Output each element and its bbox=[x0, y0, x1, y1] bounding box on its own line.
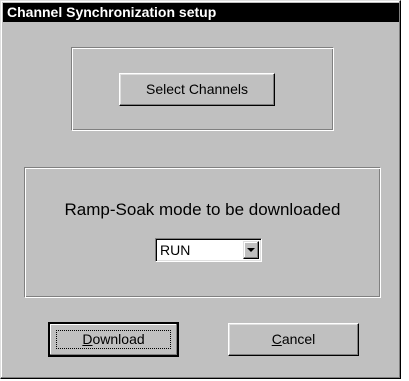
ramp-soak-heading: Ramp-Soak mode to be downloaded bbox=[64, 200, 341, 219]
download-mnemonic: D bbox=[82, 331, 93, 347]
dialog-window: Channel Synchronization setup Select Cha… bbox=[0, 0, 401, 379]
title-bar[interactable]: Channel Synchronization setup bbox=[3, 3, 399, 22]
download-button[interactable]: Download bbox=[48, 322, 179, 357]
download-label-rest: ownload bbox=[92, 331, 145, 347]
chevron-down-icon bbox=[247, 248, 255, 252]
cancel-label-rest: ancel bbox=[281, 331, 316, 347]
select-channels-button[interactable]: Select Channels bbox=[119, 73, 275, 106]
dropdown-arrow-button[interactable] bbox=[243, 241, 259, 259]
download-button-label: Download bbox=[56, 330, 171, 349]
cancel-button[interactable]: Cancel bbox=[228, 323, 359, 356]
ramp-soak-mode-select[interactable]: RUN bbox=[155, 238, 262, 262]
ramp-soak-group bbox=[24, 167, 381, 298]
window-title: Channel Synchronization setup bbox=[7, 4, 217, 20]
ramp-soak-mode-value: RUN bbox=[160, 242, 191, 258]
cancel-mnemonic: C bbox=[271, 331, 282, 347]
